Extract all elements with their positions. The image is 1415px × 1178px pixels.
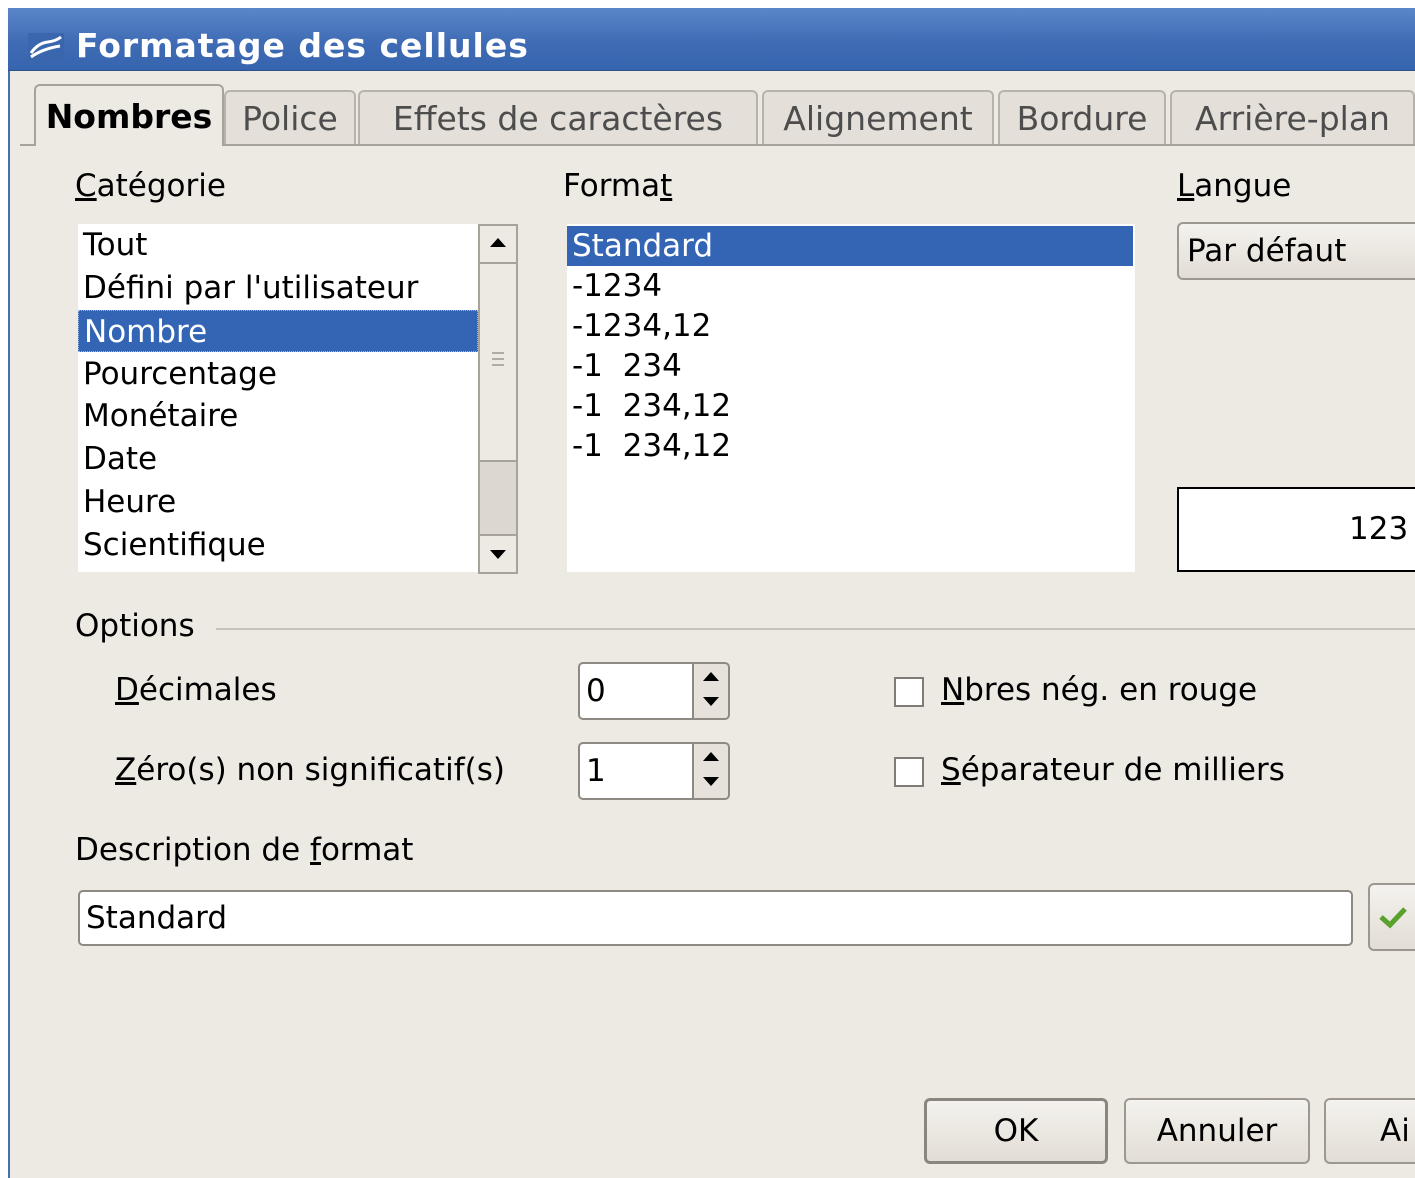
thousands-separator-checkbox[interactable] — [894, 757, 924, 787]
arrow-down-icon — [490, 550, 506, 559]
scroll-down-button[interactable] — [478, 534, 518, 574]
list-item-selected[interactable]: Nombre — [78, 310, 478, 352]
leading-zeros-spinner[interactable] — [692, 742, 730, 800]
tab-bordure[interactable]: Bordure — [998, 90, 1166, 144]
app-icon — [28, 33, 64, 61]
title-bar[interactable]: Formatage des cellules — [8, 8, 1415, 71]
language-value: Par défaut — [1187, 233, 1347, 269]
category-label: Catégorie — [75, 168, 226, 204]
list-item-selected[interactable]: Standard — [567, 226, 1133, 266]
tab-effets-de-caracteres[interactable]: Effets de caractères — [358, 90, 758, 144]
spin-down-icon[interactable] — [703, 697, 719, 706]
list-item[interactable]: Scientifique — [78, 524, 478, 566]
thousands-separator-label: Séparateur de milliers — [941, 752, 1285, 788]
tab-nombres[interactable]: Nombres — [34, 84, 224, 146]
spin-up-icon[interactable] — [703, 672, 719, 681]
apply-format-button[interactable] — [1368, 883, 1415, 951]
leading-zeros-input[interactable]: 1 — [578, 742, 694, 800]
decimals-label: Décimales — [115, 672, 277, 708]
preview-value: 123 — [1349, 511, 1409, 547]
list-item[interactable]: Date — [78, 438, 478, 480]
format-label: Format — [563, 168, 673, 204]
checkmark-icon — [1379, 907, 1407, 929]
list-item[interactable]: Heure — [78, 481, 478, 523]
list-item[interactable]: -1234 — [567, 266, 1133, 306]
list-item[interactable]: -1 234,12 — [567, 426, 1133, 466]
language-dropdown[interactable]: Par défaut — [1177, 222, 1415, 280]
arrow-up-icon — [490, 238, 506, 247]
ok-button[interactable]: OK — [924, 1098, 1108, 1164]
negative-red-checkbox[interactable] — [894, 677, 924, 707]
decimals-input[interactable]: 0 — [578, 662, 694, 720]
options-separator — [216, 628, 1415, 630]
category-scrollbar[interactable] — [478, 224, 518, 574]
options-legend: Options — [75, 608, 195, 644]
tab-arriere-plan[interactable]: Arrière-plan — [1170, 90, 1415, 144]
decimals-spinner[interactable] — [692, 662, 730, 720]
format-description-input[interactable]: Standard — [78, 890, 1353, 946]
tab-panel-border — [20, 144, 1415, 146]
spin-up-icon[interactable] — [703, 752, 719, 761]
list-item[interactable]: Monétaire — [78, 395, 478, 437]
list-item[interactable]: -1 234,12 — [567, 386, 1133, 426]
negative-red-label: Nbres nég. en rouge — [941, 672, 1258, 708]
tab-alignement[interactable]: Alignement — [762, 90, 994, 144]
preview-box: 123 — [1177, 487, 1415, 572]
tab-police[interactable]: Police — [224, 90, 356, 144]
list-item[interactable]: Défini par l'utilisateur — [78, 267, 478, 309]
scroll-thumb[interactable] — [478, 262, 518, 462]
window-title: Formatage des cellules — [76, 26, 529, 65]
language-label: Langue — [1177, 168, 1292, 204]
format-listbox[interactable]: Standard -1234 -1234,12 -1 234 -1 234,12… — [567, 224, 1135, 572]
list-item[interactable]: Tout — [78, 224, 478, 266]
spin-down-icon[interactable] — [703, 777, 719, 786]
format-description-label: Description de format — [75, 832, 414, 868]
scroll-up-button[interactable] — [478, 224, 518, 264]
list-item[interactable]: Pourcentage — [78, 353, 478, 395]
cancel-button[interactable]: Annuler — [1124, 1098, 1310, 1164]
list-item[interactable]: -1 234 — [567, 346, 1133, 386]
help-button[interactable]: Ai — [1324, 1098, 1415, 1164]
category-listbox[interactable]: Tout Défini par l'utilisateur Nombre Pou… — [78, 224, 518, 574]
leading-zeros-label: Zéro(s) non significatif(s) — [115, 752, 505, 788]
list-item[interactable]: -1234,12 — [567, 306, 1133, 346]
